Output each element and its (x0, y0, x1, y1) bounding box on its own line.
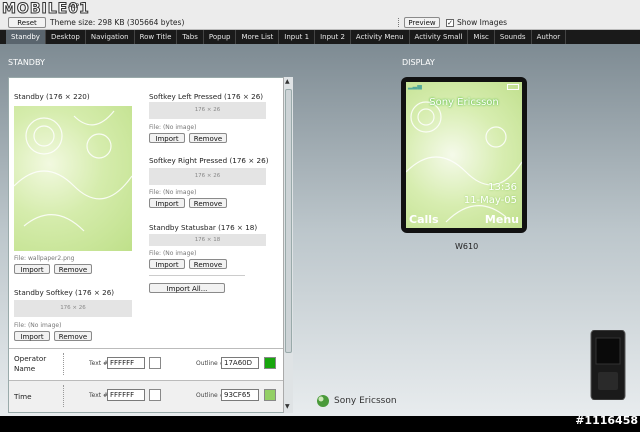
time-outline-input[interactable]: 93CF65 (221, 389, 259, 401)
toolbar: MOBILE01 ALP Reset Theme size: 298 KB (3… (0, 0, 640, 30)
scroll-down-icon[interactable]: ▼ (285, 403, 290, 410)
tab-desktop[interactable]: Desktop (46, 30, 86, 44)
statusbar-title: Standby Statusbar (176 × 18) (149, 223, 258, 232)
main-area: STANDBY Standby (176 × 220) File: wallpa… (0, 44, 640, 416)
left-pressed-remove-button[interactable]: Remove (189, 133, 227, 143)
tab-input-1[interactable]: Input 1 (279, 30, 316, 44)
left-pressed-placeholder: 176 × 26 (149, 102, 266, 119)
right-pressed-placeholder: 176 × 26 (149, 168, 266, 185)
tab-misc[interactable]: Misc (468, 30, 495, 44)
left-pressed-import-button[interactable]: Import (149, 133, 185, 143)
operator-name-label: Operator Name (14, 354, 47, 373)
operator-text-label: Text # (89, 360, 109, 367)
time-text-input[interactable]: FFFFFF (107, 389, 145, 401)
standby-wallpaper-image (13, 106, 133, 251)
statusbar-placeholder: 176 × 18 (149, 234, 266, 246)
phone-screen: ▂▃▅ Sony Ericsson 13:36 11-May-05 Calls … (406, 82, 522, 228)
tab-more-list[interactable]: More List (236, 30, 280, 44)
theme-size-text: Theme size: 298 KB (305664 bytes) (50, 18, 185, 27)
scroll-up-icon[interactable]: ▲ (285, 78, 290, 85)
tab-bar: Standby Desktop Navigation Row Title Tab… (0, 30, 640, 44)
date-preview: 11-May-05 (463, 195, 517, 206)
right-pressed-remove-button[interactable]: Remove (189, 198, 227, 208)
tab-popup[interactable]: Popup (204, 30, 237, 44)
tab-input-2[interactable]: Input 2 (315, 30, 351, 44)
right-pressed-import-button[interactable]: Import (149, 198, 185, 208)
left-softkey-preview: Calls (409, 213, 439, 226)
show-images-checkbox[interactable]: ✓ (446, 18, 454, 27)
operator-name-preview: Sony Ericsson (429, 97, 499, 108)
brand-text: Sony Ericsson (334, 396, 397, 406)
softkey-title: Standby Softkey (176 × 26) (14, 288, 115, 297)
show-images-label: Show Images (457, 18, 508, 27)
operator-text-swatch[interactable] (149, 357, 161, 369)
right-pressed-file: File: (No image) (149, 189, 197, 196)
softkey-remove-button[interactable]: Remove (54, 331, 92, 341)
softkey-file: File: (No image) (14, 322, 62, 329)
show-images-toggle[interactable]: ✓ Show Images (446, 18, 507, 27)
reset-button[interactable]: Reset (8, 17, 46, 28)
standby-remove-button[interactable]: Remove (54, 264, 92, 274)
row-separator (63, 385, 64, 407)
tab-author[interactable]: Author (532, 30, 567, 44)
left-pressed-file: File: (No image) (149, 124, 197, 131)
preview-button[interactable]: Preview (404, 17, 440, 28)
phone-preview: ▂▃▅ Sony Ericsson 13:36 11-May-05 Calls … (401, 77, 527, 233)
phone-photo-icon (590, 330, 626, 400)
time-outline-swatch[interactable] (264, 389, 276, 401)
right-pressed-title: Softkey Right Pressed (176 × 26) (149, 156, 269, 165)
time-row: Time Text # FFFFFF Outline # 93CF65 (9, 380, 285, 412)
statusbar-remove-button[interactable]: Remove (189, 259, 227, 269)
toolbar-grip[interactable] (398, 18, 400, 27)
battery-icon (507, 84, 519, 90)
time-text-swatch[interactable] (149, 389, 161, 401)
import-all-button[interactable]: Import All... (149, 283, 225, 293)
softkey-import-button[interactable]: Import (14, 331, 50, 341)
standby-title: Standby (176 × 220) (14, 92, 90, 101)
brand-logo: Sony Ericsson (316, 394, 397, 408)
standby-file: File: wallpaper2.png (14, 255, 75, 262)
operator-text-input[interactable]: FFFFFF (107, 357, 145, 369)
tab-navigation[interactable]: Navigation (86, 30, 135, 44)
tab-row-title[interactable]: Row Title (135, 30, 178, 44)
divider (149, 275, 245, 276)
time-label: Time (14, 392, 32, 401)
phone-model-label: W610 (455, 242, 479, 251)
softkey-placeholder: 176 × 26 (14, 300, 132, 317)
time-text-label: Text # (89, 392, 109, 399)
standby-heading: STANDBY (8, 58, 45, 67)
footer-bar (0, 416, 640, 432)
swirl-pattern-icon (13, 110, 133, 232)
operator-name-row: Operator Name Text # FFFFFF Outline # 17… (9, 348, 285, 380)
time-preview: 13:36 (488, 182, 517, 193)
tab-standby[interactable]: Standby (6, 30, 46, 44)
operator-outline-swatch[interactable] (264, 357, 276, 369)
image-id-stamp: #1116458 (575, 414, 638, 427)
sony-ericsson-logo-icon (317, 395, 329, 407)
scroll-thumb[interactable] (285, 89, 292, 353)
tab-sounds[interactable]: Sounds (495, 30, 532, 44)
right-softkey-preview: Menu (484, 213, 519, 226)
tab-activity-menu[interactable]: Activity Menu (351, 30, 410, 44)
standby-panel: Standby (176 × 220) File: wallpaper2.png… (8, 77, 293, 413)
watermark-sub: ALP (68, 3, 80, 10)
statusbar-import-button[interactable]: Import (149, 259, 185, 269)
tab-activity-small[interactable]: Activity Small (410, 30, 469, 44)
statusbar-file: File: (No image) (149, 250, 197, 257)
left-pressed-title: Softkey Left Pressed (176 × 26) (149, 92, 264, 101)
tab-tabs[interactable]: Tabs (177, 30, 204, 44)
standby-import-button[interactable]: Import (14, 264, 50, 274)
signal-icon: ▂▃▅ (408, 83, 422, 90)
operator-outline-input[interactable]: 17A60D (221, 357, 259, 369)
display-heading: DISPLAY (402, 58, 435, 67)
row-separator (63, 353, 64, 375)
panel-scrollbar[interactable]: ▲ ▼ (283, 77, 293, 413)
